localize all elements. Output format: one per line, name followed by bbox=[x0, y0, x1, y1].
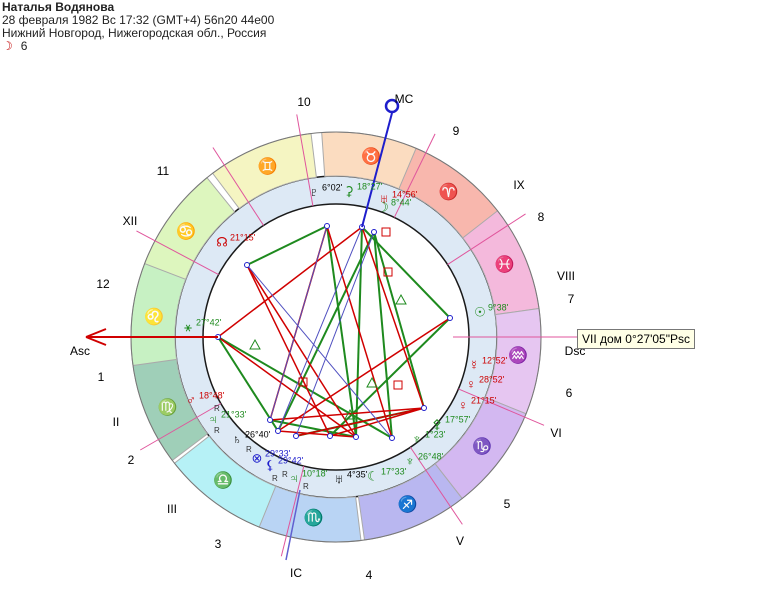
planet-icon: ♄ bbox=[232, 431, 242, 446]
retrograde-mark: R bbox=[272, 474, 278, 483]
house-roman-label: VI bbox=[550, 426, 561, 440]
planet-icon: ♀ bbox=[458, 397, 468, 412]
planet-position-label: 21°15' bbox=[230, 232, 256, 242]
house-number-label: 7 bbox=[568, 292, 575, 306]
house-roman-label: XII bbox=[123, 214, 138, 228]
planet-icon: ♆ bbox=[405, 453, 415, 468]
zodiac-sign-icon: ♏ bbox=[304, 508, 324, 527]
zodiac-sign-icon: ♐ bbox=[398, 495, 418, 514]
ascendant-label: Asc bbox=[70, 344, 90, 358]
planet-icon: ⚳ bbox=[344, 183, 354, 198]
planet-position-label: 27°42' bbox=[196, 317, 222, 327]
planet-position-label: 18°48' bbox=[199, 390, 225, 400]
planet-position-label: 1°23' bbox=[425, 429, 446, 439]
house-number-label: 10 bbox=[297, 95, 311, 109]
planet-icon: ⚹ bbox=[184, 319, 192, 334]
planet-position-label: 12°52' bbox=[482, 355, 508, 365]
retrograde-mark: R bbox=[303, 482, 309, 491]
zodiac-sign-icon: ♈ bbox=[439, 182, 459, 201]
house-number-label: 12 bbox=[96, 277, 110, 291]
planet-point bbox=[389, 435, 395, 441]
planet-position-label: 17°33' bbox=[381, 466, 407, 476]
planet-point bbox=[267, 417, 273, 423]
planet-icon: ☿ bbox=[469, 357, 479, 372]
planet-icon: ♃ bbox=[289, 470, 299, 485]
house-roman-label: IX bbox=[513, 178, 524, 192]
planet-icon: ♆ bbox=[412, 431, 422, 446]
house-roman-label: III bbox=[167, 502, 177, 516]
planet-icon: ⚸ bbox=[265, 457, 275, 472]
planet-position-label: 10°18' bbox=[302, 468, 328, 478]
planet-point bbox=[447, 315, 453, 321]
planet-position-label: 18°27' bbox=[357, 181, 383, 191]
planet-point bbox=[293, 433, 299, 439]
planet-position-label: 17°57' bbox=[445, 414, 471, 424]
planet-point bbox=[324, 223, 330, 229]
imum-coeli-label: IC bbox=[290, 566, 302, 580]
planet-position-label: 21°15' bbox=[471, 395, 497, 405]
retrograde-mark: R bbox=[246, 445, 252, 454]
planet-point bbox=[327, 433, 333, 439]
zodiac-sign-icon: ♌ bbox=[144, 307, 164, 326]
planet-icon: ☉ bbox=[474, 304, 486, 319]
house-number-label: 3 bbox=[215, 537, 222, 551]
planet-position-label: 9°38' bbox=[488, 302, 509, 312]
retrograde-mark: R bbox=[214, 426, 220, 435]
natal-chart-wheel[interactable]: ♉♈♓♒♑♐♏♎♍♌♋♊ Asc DscMCICVIIIIXXIIIIIIIVVI… bbox=[0, 0, 763, 610]
planet-icon: ☽ bbox=[377, 199, 389, 214]
zodiac-sign-icon: ♋ bbox=[176, 221, 196, 240]
planet-position-label: 8°44' bbox=[391, 197, 412, 207]
retrograde-mark: R bbox=[214, 404, 220, 413]
house-roman-label: II bbox=[113, 415, 120, 429]
zodiac-sign-icon: ♓ bbox=[494, 255, 514, 274]
house-number-label: 11 bbox=[157, 164, 170, 178]
planet-position-label: 4°35' bbox=[347, 469, 368, 479]
planet-position-label: 21°33' bbox=[221, 409, 247, 419]
planet-icon: ♀ bbox=[466, 376, 476, 391]
planet-point bbox=[353, 434, 359, 440]
zodiac-sign-icon: ♍ bbox=[158, 398, 178, 417]
planet-point bbox=[371, 229, 377, 235]
planet-position-label: 26°40' bbox=[245, 429, 271, 439]
zodiac-sign-icon: ♊ bbox=[257, 157, 277, 176]
zodiac-sign-icon: ♒ bbox=[508, 345, 528, 364]
planet-position-label: 26°48' bbox=[418, 451, 444, 461]
planet-icon: ♅ bbox=[334, 471, 344, 486]
planet-position-label: 6°02' bbox=[322, 182, 343, 192]
house-number-label: 9 bbox=[453, 124, 460, 138]
midheaven-label: MC bbox=[395, 92, 414, 106]
zodiac-sign-icon: ♑ bbox=[472, 436, 492, 455]
house-number-label: 2 bbox=[128, 453, 135, 467]
house-number-label: 4 bbox=[366, 568, 373, 582]
house-number-label: 1 bbox=[98, 370, 105, 384]
planet-icon: ♇ bbox=[309, 184, 319, 199]
house-cusp-tooltip: VII дом 0°27'05"Psc bbox=[577, 329, 695, 349]
planet-position-label: 28°52' bbox=[479, 374, 505, 384]
planet-icon: ⊗ bbox=[252, 450, 263, 465]
planet-point bbox=[275, 428, 281, 434]
retrograde-mark: R bbox=[282, 470, 288, 479]
house-number-label: 8 bbox=[538, 210, 545, 224]
planet-position-label: 29°33' bbox=[265, 448, 291, 458]
house-roman-label: VIII bbox=[557, 269, 575, 283]
planet-icon: ♂ bbox=[186, 392, 196, 407]
zodiac-sign-icon: ♎ bbox=[213, 470, 233, 489]
planet-point bbox=[244, 262, 250, 268]
house-number-label: 5 bbox=[504, 497, 511, 511]
planet-point bbox=[421, 405, 427, 411]
planet-icon: ☾ bbox=[367, 468, 379, 483]
planet-icon: ♃ bbox=[208, 411, 218, 426]
house-number-label: 6 bbox=[566, 386, 573, 400]
house-roman-label: V bbox=[456, 534, 464, 548]
planet-icon: ☊ bbox=[216, 234, 228, 249]
